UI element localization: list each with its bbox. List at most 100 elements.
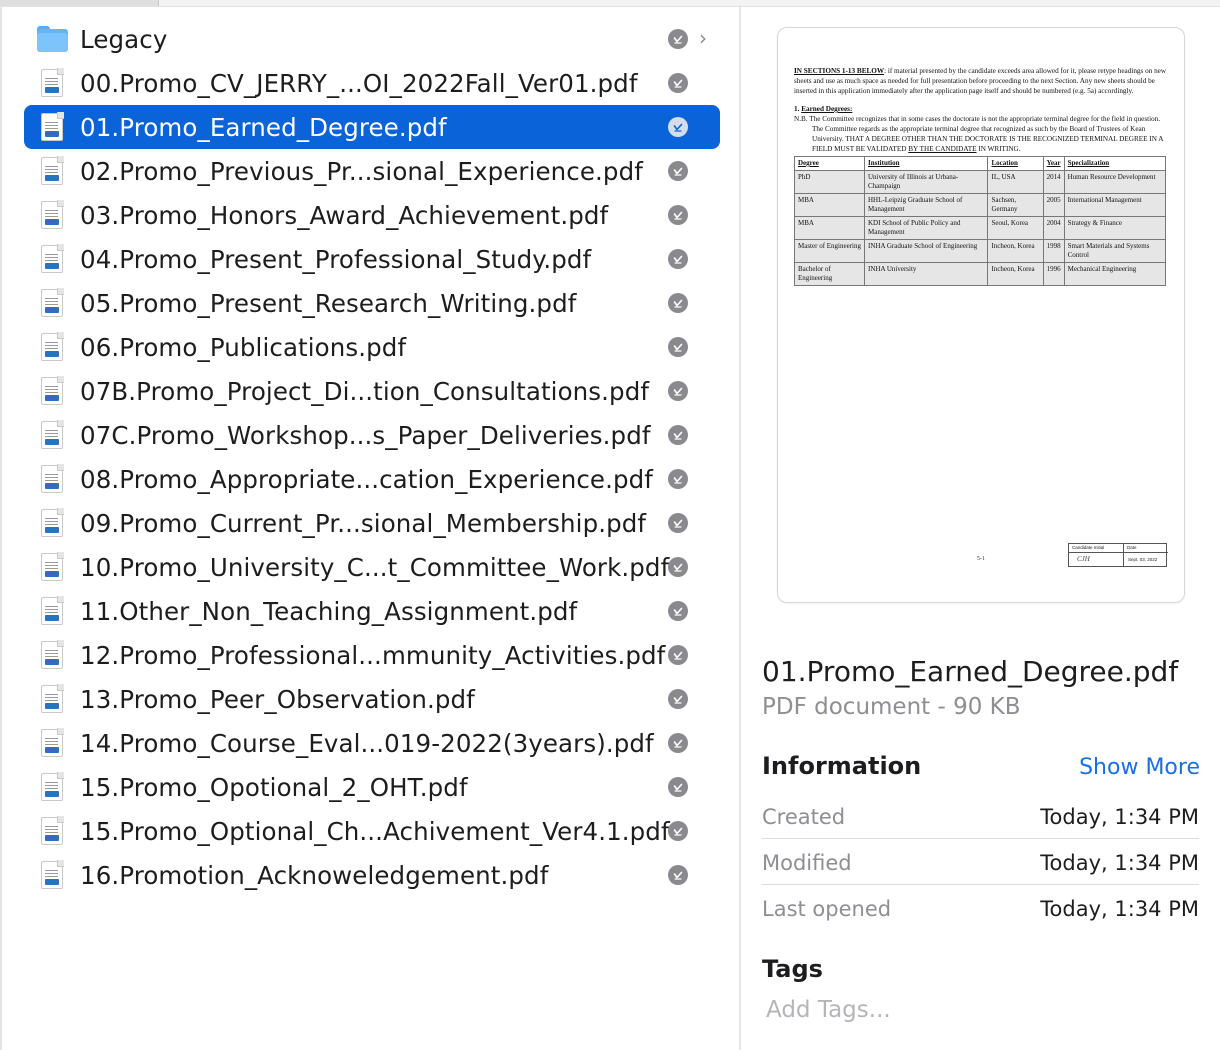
- file-name: 06.Promo_Publications.pdf: [80, 332, 407, 362]
- file-name: 05.Promo_Present_Research_Writing.pdf: [80, 288, 577, 318]
- table-cell: 2004: [1042, 216, 1065, 240]
- file-row[interactable]: 13.Promo_Peer_Observation.pdf: [24, 677, 720, 721]
- doc-shape: [41, 772, 64, 801]
- table-cell: Smart Materials and Systems Control: [1063, 239, 1167, 263]
- preview-file-type: PDF document - 90 KB: [762, 694, 1021, 720]
- file-metadata: 01.Promo_Earned_Degree.pdf PDF document …: [762, 655, 1202, 720]
- chevron-right-icon[interactable]: ›: [699, 26, 707, 50]
- cloud-status-icon: [668, 73, 688, 93]
- cloud-status-icon: [668, 601, 688, 621]
- table-cell: Incheon, Korea: [987, 239, 1044, 263]
- file-list-pane: Legacy › 00.Promo_CV_JERRY_...OI_2022Fall_…: [2, 7, 739, 1050]
- table-header-cell: Institution: [863, 156, 989, 171]
- table-header-cell: Year: [1042, 156, 1065, 171]
- file-row[interactable]: 00.Promo_CV_JERRY_...OI_2022Fall_Ver01.p…: [24, 61, 720, 105]
- table-row: Bachelor of Engineering INHA University In…: [794, 262, 1167, 286]
- section-number: 1.: [794, 105, 800, 113]
- table-cell: 2005: [1042, 193, 1065, 217]
- cloud-status-icon: [668, 117, 688, 137]
- doc-shape: [41, 244, 64, 273]
- cloud-status-icon: [668, 205, 688, 225]
- candidate-initial-signature: CJH: [1069, 553, 1124, 567]
- pdf-document-icon: [24, 501, 80, 545]
- cloud-status-icon: [668, 777, 688, 797]
- degrees-table-header: Degree Institution Location Year Specializat…: [794, 156, 1167, 171]
- file-row[interactable]: 14.Promo_Course_Eval...019-2022(3years).…: [24, 721, 720, 765]
- table-header-cell: Location: [987, 156, 1044, 171]
- file-row[interactable]: 09.Promo_Current_Pr...sional_Membership.…: [24, 501, 720, 545]
- file-row[interactable]: 05.Promo_Present_Research_Writing.pdf: [24, 281, 720, 325]
- folder-icon: [24, 17, 80, 61]
- degrees-table: Degree Institution Location Year Specializat…: [794, 156, 1167, 286]
- doc-shape: [41, 200, 64, 229]
- add-tags-input[interactable]: Add Tags...: [766, 997, 891, 1023]
- doc-shape: [41, 860, 64, 889]
- date-label: Date: [1124, 544, 1168, 553]
- doc-shape: [41, 684, 64, 713]
- table-row: Master of Engineering INHA Graduate Schoo…: [794, 239, 1167, 263]
- table-cell: Master of Engineering: [794, 239, 865, 263]
- pdf-document-icon: [24, 281, 80, 325]
- cloud-status-icon: [668, 425, 688, 445]
- note-underlined: BY THE CANDIDATE: [908, 145, 977, 153]
- file-row[interactable]: 08.Promo_Appropriate...cation_Experience…: [24, 457, 720, 501]
- file-row[interactable]: 06.Promo_Publications.pdf: [24, 325, 720, 369]
- table-cell: PhD: [794, 170, 865, 194]
- note-tail: IN WRITING.: [976, 145, 1021, 153]
- info-value: Today, 1:34 PM: [1040, 897, 1199, 921]
- table-cell: INHA University: [863, 262, 989, 286]
- file-row[interactable]: 16.Promotion_Acknoweledgement.pdf: [24, 853, 720, 897]
- table-row: MBA HHL-Leipzig Graduate School of Manage…: [794, 193, 1167, 217]
- file-name: Legacy: [80, 24, 168, 54]
- folder-row[interactable]: Legacy ›: [24, 17, 720, 61]
- file-row[interactable]: 01.Promo_Earned_Degree.pdf: [24, 105, 720, 149]
- file-row[interactable]: 04.Promo_Present_Professional_Study.pdf: [24, 237, 720, 281]
- table-cell: Mechanical Engineering: [1063, 262, 1167, 286]
- degrees-table-body: PhD University of Illinois at Urbana-Cham…: [794, 170, 1167, 286]
- doc-shape: [41, 640, 64, 669]
- show-more-button[interactable]: Show More: [1079, 755, 1200, 780]
- pdf-document-icon: [24, 765, 80, 809]
- table-header-cell: Degree: [794, 156, 865, 171]
- file-name: 16.Promotion_Acknoweledgement.pdf: [80, 860, 549, 890]
- table-cell: Incheon, Korea: [987, 262, 1044, 286]
- info-row-last-opened: Last opened Today, 1:34 PM: [762, 885, 1199, 931]
- file-name: 03.Promo_Honors_Award_Achievement.pdf: [80, 200, 609, 230]
- doc-shape: [41, 68, 64, 97]
- doc-shape: [41, 332, 64, 361]
- cloud-status-icon: [668, 249, 688, 269]
- table-cell: Sachsen, Germany: [987, 193, 1044, 217]
- file-row[interactable]: 11.Other_Non_Teaching_Assignment.pdf: [24, 589, 720, 633]
- intro-heading: IN SECTIONS 1-13 BELOW: [794, 67, 885, 75]
- file-row[interactable]: 07B.Promo_Project_Di...tion_Consultation…: [24, 369, 720, 413]
- file-name: 15.Promo_Opotional_2_OHT.pdf: [80, 772, 468, 802]
- file-row[interactable]: 15.Promo_Opotional_2_OHT.pdf: [24, 765, 720, 809]
- page-number: 5-1: [977, 556, 985, 562]
- file-row[interactable]: 02.Promo_Previous_Pr...sional_Experience…: [24, 149, 720, 193]
- pdf-document-icon: [24, 589, 80, 633]
- file-name: 04.Promo_Present_Professional_Study.pdf: [80, 244, 592, 274]
- cloud-status-icon: [668, 293, 688, 313]
- pdf-document-icon: [24, 721, 80, 765]
- file-row[interactable]: 03.Promo_Honors_Award_Achievement.pdf: [24, 193, 720, 237]
- cloud-status-icon: [668, 865, 688, 885]
- folder-shape: [36, 26, 68, 52]
- section-title: Earned Degrees:: [801, 105, 853, 113]
- file-name: 02.Promo_Previous_Pr...sional_Experience…: [80, 156, 643, 186]
- pdf-document-icon: [24, 545, 80, 589]
- doc-shape: [41, 816, 64, 845]
- doc-shape: [41, 508, 64, 537]
- document-preview-thumbnail[interactable]: IN SECTIONS 1-13 BELOW: if material pres…: [777, 27, 1185, 603]
- doc-shape: [41, 728, 64, 757]
- info-row-created: Created Today, 1:34 PM: [762, 793, 1199, 839]
- info-value: Today, 1:34 PM: [1040, 851, 1199, 875]
- file-row[interactable]: 10.Promo_University_C...t_Committee_Work…: [24, 545, 720, 589]
- file-row[interactable]: 12.Promo_Professional...mmunity_Activiti…: [24, 633, 720, 677]
- table-cell: HHL-Leipzig Graduate School of Managemen…: [863, 193, 989, 217]
- file-row[interactable]: 15.Promo_Optional_Ch...Achivement_Ver4.1…: [24, 809, 720, 853]
- document-note: N.B. The Committee recognizes that in so…: [794, 114, 1170, 154]
- file-name: 07C.Promo_Workshop...s_Paper_Deliveries.…: [80, 420, 651, 450]
- file-name: 07B.Promo_Project_Di...tion_Consultation…: [80, 376, 650, 406]
- file-row[interactable]: 07C.Promo_Workshop...s_Paper_Deliveries.…: [24, 413, 720, 457]
- document-page: IN SECTIONS 1-13 BELOW: if material pres…: [794, 66, 1170, 286]
